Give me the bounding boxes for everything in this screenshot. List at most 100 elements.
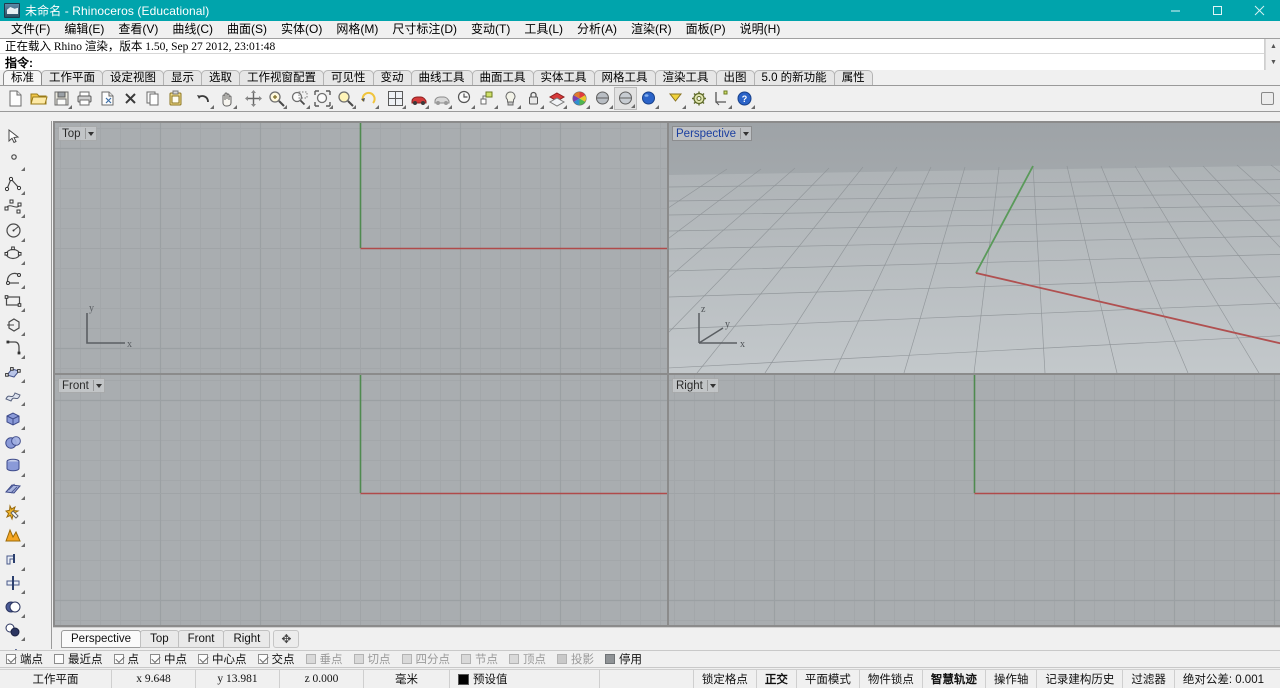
tab-render-tools[interactable]: 渲染工具 [654, 70, 717, 85]
lock-icon[interactable] [522, 87, 545, 110]
menu-dimension[interactable]: 尺寸标注(D) [385, 21, 464, 38]
checkbox[interactable] [198, 654, 208, 664]
circle-icon[interactable] [0, 219, 26, 243]
osnap-quad[interactable]: 四分点 [401, 651, 450, 667]
clock-history-icon[interactable] [453, 87, 476, 110]
menu-view[interactable]: 查看(V) [111, 21, 165, 38]
viewport-top[interactable]: y x Top [55, 123, 667, 373]
boolean-union-icon[interactable] [0, 595, 26, 619]
tab-visibility[interactable]: 可见性 [323, 70, 374, 85]
vptab-perspective[interactable]: Perspective [61, 629, 142, 648]
checkbox[interactable] [150, 654, 160, 664]
close-button[interactable] [1238, 0, 1280, 21]
viewport-perspective[interactable]: z y x Perspective [669, 123, 1280, 373]
help-icon[interactable]: ? [733, 87, 756, 110]
tab-whats-new-50[interactable]: 5.0 的新功能 [753, 70, 835, 85]
split-icon[interactable] [0, 572, 26, 596]
status-grid-snap[interactable]: 锁定格点 [694, 670, 757, 688]
chevron-down-icon[interactable] [92, 380, 102, 391]
sphere-solid-icon[interactable] [0, 431, 26, 455]
loft-surface-icon[interactable] [0, 384, 26, 408]
zoom-in-icon[interactable] [265, 87, 288, 110]
tab-transform[interactable]: 变动 [372, 70, 412, 85]
checkbox[interactable] [557, 654, 567, 664]
tab-select[interactable]: 选取 [201, 70, 240, 85]
checkbox[interactable] [605, 654, 615, 664]
menu-transform[interactable]: 变动(T) [464, 21, 517, 38]
menu-mesh[interactable]: 网格(M) [329, 21, 385, 38]
cylinder-solid-icon[interactable] [0, 454, 26, 478]
delete-icon[interactable] [119, 87, 142, 110]
layer-icon[interactable] [545, 87, 568, 110]
polygon-icon[interactable] [0, 313, 26, 337]
status-record-history[interactable]: 记录建构历史 [1037, 670, 1124, 688]
osnap-project[interactable]: 投影 [557, 651, 594, 667]
viewport-label-front[interactable]: Front [58, 378, 105, 393]
menu-help[interactable]: 说明(H) [733, 21, 788, 38]
viewport-label-perspective[interactable]: Perspective [672, 126, 753, 141]
command-scroll-down[interactable]: ▼ [1265, 55, 1280, 70]
checkbox[interactable] [509, 654, 519, 664]
rendered-sphere-icon[interactable] [614, 87, 637, 110]
status-osnap[interactable]: 物件锁点 [860, 670, 923, 688]
osnap-perp[interactable]: 垂点 [305, 651, 343, 667]
toolbar-overflow-button[interactable] [1261, 92, 1274, 105]
osnap-int[interactable]: 交点 [257, 651, 295, 667]
checkbox[interactable] [113, 654, 124, 664]
checkbox[interactable] [353, 654, 364, 664]
vptab-top[interactable]: Top [140, 629, 179, 648]
zoom-extents-icon[interactable] [311, 87, 334, 110]
vptab-front[interactable]: Front [177, 629, 225, 648]
control-point-curve-icon[interactable] [0, 196, 26, 220]
car-render-icon[interactable] [407, 87, 430, 110]
save-file-icon[interactable] [50, 87, 73, 110]
rectangle-icon[interactable] [0, 290, 26, 314]
shaded-sphere-icon[interactable] [591, 87, 614, 110]
command-input[interactable] [33, 55, 1264, 69]
cut-icon[interactable] [96, 87, 119, 110]
zoom-selected-icon[interactable] [334, 87, 357, 110]
point-icon[interactable] [0, 149, 26, 173]
status-current-layer[interactable]: 预设值 [450, 670, 600, 688]
viewport-front[interactable]: z x Front [55, 375, 667, 625]
status-planar[interactable]: 平面模式 [797, 670, 860, 688]
osnap-near[interactable]: 最近点 [54, 651, 103, 667]
checkbox[interactable] [401, 654, 412, 664]
osnap-disable[interactable]: 停用 [605, 651, 642, 667]
move-axes-icon[interactable] [242, 87, 265, 110]
chevron-down-icon[interactable] [740, 128, 750, 139]
maximize-button[interactable] [1196, 0, 1238, 21]
undo-icon[interactable] [192, 87, 215, 110]
status-gumball[interactable]: 操作轴 [986, 670, 1038, 688]
osnap-tan[interactable]: 切点 [353, 651, 391, 667]
menu-file[interactable]: 文件(F) [4, 21, 57, 38]
osnap-point[interactable]: 点 [113, 651, 139, 667]
boolean-difference-icon[interactable] [0, 619, 26, 643]
menu-curve[interactable]: 曲线(C) [165, 21, 220, 38]
osnap-cen[interactable]: 中心点 [198, 651, 247, 667]
render-preview-icon[interactable] [430, 87, 453, 110]
polyline-icon[interactable] [0, 172, 26, 196]
osnap-mid[interactable]: 中点 [150, 651, 187, 667]
checkbox[interactable] [305, 654, 316, 664]
zoom-window-icon[interactable] [288, 87, 311, 110]
checkbox[interactable] [6, 654, 16, 664]
menu-analyze[interactable]: 分析(A) [570, 21, 624, 38]
copy-icon[interactable] [142, 87, 165, 110]
tab-properties[interactable]: 属性 [833, 70, 873, 85]
tab-display[interactable]: 显示 [163, 70, 202, 85]
object-properties-icon[interactable] [476, 87, 499, 110]
checkbox[interactable] [54, 654, 64, 664]
explode-icon[interactable] [0, 501, 26, 525]
surface-from-points-icon[interactable] [0, 360, 26, 384]
menu-panels[interactable]: 面板(P) [679, 21, 733, 38]
vptab-right[interactable]: Right [223, 629, 271, 648]
mesh-from-surface-icon[interactable] [0, 525, 26, 549]
arc-icon[interactable] [0, 266, 26, 290]
paste-icon[interactable] [165, 87, 188, 110]
tab-viewport-layout[interactable]: 工作视窗配置 [239, 70, 324, 85]
rotate-view-icon[interactable] [357, 87, 380, 110]
viewport-right[interactable]: z y Right [669, 375, 1280, 625]
menu-solid[interactable]: 实体(O) [274, 21, 329, 38]
status-units[interactable]: 毫米 [364, 670, 450, 688]
